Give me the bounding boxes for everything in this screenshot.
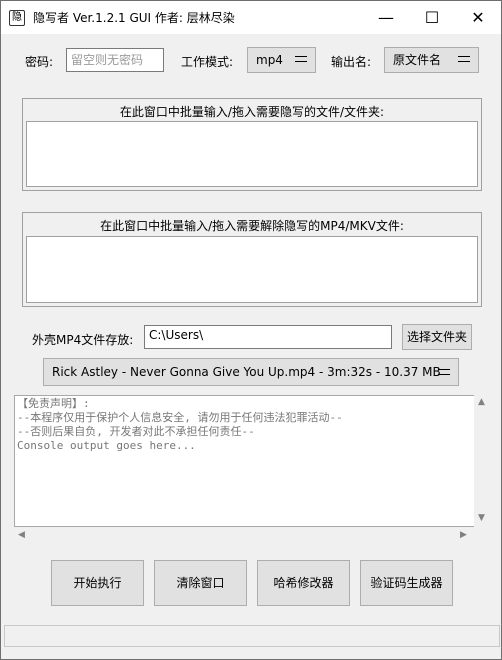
- output-name-value: 原文件名: [393, 53, 442, 67]
- status-bar: [4, 625, 500, 647]
- unhide-files-panel: 在此窗口中批量输入/拖入需要解除隐写的MP4/MKV文件:: [22, 212, 482, 307]
- password-field[interactable]: 留空则无密码: [66, 48, 164, 72]
- output-name-label: 输出名:: [331, 55, 372, 69]
- shell-file-value: Rick Astley - Never Gonna Give You Up.mp…: [52, 365, 441, 379]
- console-line: Console output goes here...: [17, 439, 196, 452]
- shell-folder-input[interactable]: C:\Users\: [144, 325, 392, 349]
- hide-files-panel: 在此窗口中批量输入/拖入需要隐写的文件/文件夹:: [22, 98, 482, 191]
- password-label: 密码:: [25, 55, 54, 69]
- scroll-right-icon[interactable]: ▶: [460, 530, 467, 540]
- title-bar[interactable]: 隐 隐写者 Ver.1.2.1 GUI 作者: 层林尽染 — ☐ ✕: [1, 1, 501, 34]
- close-button[interactable]: ✕: [455, 1, 501, 34]
- chevron-down-icon: [458, 56, 470, 62]
- maximize-button[interactable]: ☐: [409, 1, 455, 34]
- browse-folder-button[interactable]: 选择文件夹: [402, 324, 472, 350]
- mode-label: 工作模式:: [181, 55, 234, 69]
- horizontal-scrollbar[interactable]: ◀ ▶: [14, 527, 474, 544]
- unhide-files-title: 在此窗口中批量输入/拖入需要解除隐写的MP4/MKV文件:: [100, 219, 404, 233]
- shell-file-select[interactable]: Rick Astley - Never Gonna Give You Up.mp…: [43, 358, 459, 386]
- console-line: --否则后果自负, 开发者对此不承担任何责任--: [17, 425, 255, 438]
- vertical-scrollbar[interactable]: ▲ ▼: [474, 395, 489, 527]
- scroll-down-icon[interactable]: ▼: [478, 513, 485, 523]
- scroll-up-icon[interactable]: ▲: [478, 397, 485, 407]
- output-name-select[interactable]: 原文件名: [384, 47, 479, 73]
- scroll-left-icon[interactable]: ◀: [18, 530, 25, 540]
- console-line: 【免责声明】:: [17, 397, 90, 410]
- captcha-generator-button[interactable]: 验证码生成器: [360, 560, 453, 606]
- chevron-down-icon: [438, 369, 450, 375]
- hash-modifier-button[interactable]: 哈希修改器: [257, 560, 350, 606]
- app-icon: 隐: [9, 10, 25, 26]
- window-title: 隐写者 Ver.1.2.1 GUI 作者: 层林尽染: [33, 11, 235, 25]
- mode-select[interactable]: mp4: [247, 47, 316, 73]
- shell-folder-label: 外壳MP4文件存放:: [32, 333, 134, 347]
- start-button[interactable]: 开始执行: [51, 560, 144, 606]
- console-output[interactable]: 【免责声明】: --本程序仅用于保护个人信息安全, 请勿用于任何违法犯罪活动-- -…: [14, 395, 489, 527]
- chevron-down-icon: [295, 56, 307, 62]
- unhide-files-dropzone[interactable]: [26, 236, 478, 303]
- hide-files-title: 在此窗口中批量输入/拖入需要隐写的文件/文件夹:: [119, 105, 385, 119]
- app-window: 隐 隐写者 Ver.1.2.1 GUI 作者: 层林尽染 — ☐ ✕ 密码: 留…: [0, 0, 502, 660]
- clear-button[interactable]: 清除窗口: [154, 560, 247, 606]
- console-line: --本程序仅用于保护个人信息安全, 请勿用于任何违法犯罪活动--: [17, 411, 343, 424]
- mode-select-value: mp4: [256, 53, 283, 67]
- minimize-button[interactable]: —: [363, 1, 409, 34]
- hide-files-dropzone[interactable]: [26, 121, 478, 187]
